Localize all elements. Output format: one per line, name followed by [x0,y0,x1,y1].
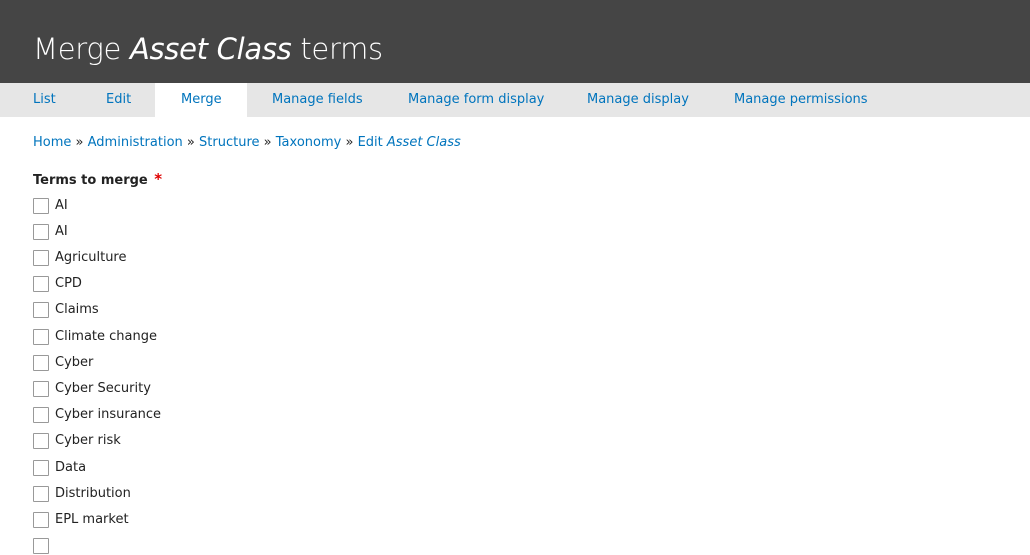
term-checkbox[interactable] [33,460,49,476]
term-checkbox-label[interactable]: Agriculture [55,249,127,267]
term-checkbox-label[interactable]: AI [55,197,68,215]
field-label-text: Terms to merge [33,173,148,188]
term-checkbox[interactable] [33,512,49,528]
tab-manage-permissions[interactable]: Manage permissions [734,83,868,117]
term-checkbox-label[interactable]: EPL market [55,511,129,529]
term-checkbox-label[interactable]: Data [55,459,86,477]
tab-list[interactable]: List [33,83,56,117]
term-checkbox[interactable] [33,538,49,554]
tab-manage-form-display[interactable]: Manage form display [408,83,544,117]
breadcrumb-taxonomy[interactable]: Taxonomy [276,135,342,150]
term-checkbox[interactable] [33,224,49,240]
page-title-suffix: terms [291,32,383,66]
term-checkbox[interactable] [33,329,49,345]
tab-manage-display[interactable]: Manage display [587,83,689,117]
term-checkbox-label[interactable]: CPD [55,275,82,293]
term-checkbox-label[interactable]: Climate change [55,328,157,346]
terms-to-merge-label: Terms to merge * [33,170,162,190]
breadcrumb: Home » Administration » Structure » Taxo… [33,134,461,152]
breadcrumb-separator: » [263,135,272,150]
term-checkbox[interactable] [33,381,49,397]
breadcrumb-separator: » [186,135,195,150]
term-checkbox-label[interactable]: Claims [55,301,99,319]
tab-merge[interactable]: Merge [155,83,247,117]
term-checkbox[interactable] [33,276,49,292]
breadcrumb-edit-prefix: Edit [357,135,387,150]
term-checkbox[interactable] [33,250,49,266]
breadcrumb-separator: » [345,135,354,150]
term-checkbox[interactable] [33,355,49,371]
tab-edit[interactable]: Edit [106,83,131,117]
term-checkbox-label[interactable]: Cyber [55,354,93,372]
term-checkbox-label[interactable]: Cyber insurance [55,406,161,424]
breadcrumb-edit-asset-class[interactable]: Edit Asset Class [358,135,461,150]
term-checkbox[interactable] [33,407,49,423]
breadcrumb-administration[interactable]: Administration [88,135,183,150]
term-checkbox-label[interactable]: Cyber risk [55,432,121,450]
term-checkbox[interactable] [33,302,49,318]
tab-manage-fields[interactable]: Manage fields [272,83,363,117]
required-marker: * [154,170,163,188]
tab-bar: List Edit Merge Manage fields Manage for… [0,83,1030,117]
term-checkbox-label[interactable]: Cyber Security [55,380,151,398]
page-title: Merge Asset Class terms [33,29,383,69]
term-checkbox[interactable] [33,198,49,214]
breadcrumb-edit-entity: Asset Class [386,135,461,150]
breadcrumb-separator: » [75,135,84,150]
page-header: Merge Asset Class terms [0,0,1030,83]
breadcrumb-home[interactable]: Home [33,135,71,150]
page-title-prefix: Merge [33,32,130,66]
term-checkbox-label[interactable]: AI [55,223,68,241]
page-title-entity: Asset Class [129,32,292,66]
term-checkbox[interactable] [33,433,49,449]
term-checkbox[interactable] [33,486,49,502]
breadcrumb-structure[interactable]: Structure [199,135,259,150]
term-checkbox-label[interactable]: Distribution [55,485,131,503]
